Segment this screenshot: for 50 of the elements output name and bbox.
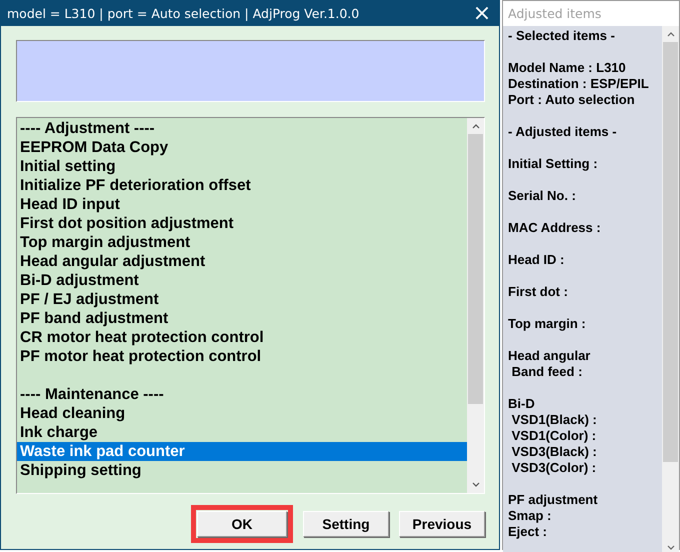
list-item[interactable]: ---- Adjustment ---- xyxy=(17,119,467,138)
list-item[interactable]: Initialize PF deterioration offset xyxy=(17,176,467,195)
info-line: Serial No. : xyxy=(508,188,577,204)
list-item[interactable]: Ink charge xyxy=(17,423,467,442)
info-line: VSD3(Black) : xyxy=(510,444,598,460)
list-item[interactable]: PF motor heat protection control xyxy=(17,347,467,366)
list-item[interactable]: ---- Maintenance ---- xyxy=(17,385,467,404)
list-item[interactable]: PF / EJ adjustment xyxy=(17,290,467,309)
scroll-down-icon[interactable] xyxy=(472,482,480,488)
info-line: VSD3(Color) : xyxy=(510,460,598,476)
scroll-up-icon[interactable] xyxy=(472,123,480,129)
info-line: Head ID : xyxy=(508,252,566,268)
list-item[interactable]: PF band adjustment xyxy=(17,309,467,328)
list-item[interactable]: Head angular adjustment xyxy=(17,252,467,271)
info-line: Port : Auto selection xyxy=(508,92,636,108)
info-line: First dot : xyxy=(508,284,569,300)
list-item[interactable]: Bi-D adjustment xyxy=(17,271,467,290)
info-line: Model Name : L310 xyxy=(508,60,627,76)
close-button[interactable]: × xyxy=(465,1,499,26)
window-title: model = L310 | port = Auto selection | AdjProg Ver.1.0.0 xyxy=(7,6,360,21)
info-line: Bi-D xyxy=(508,396,536,412)
list-item[interactable]: Top margin adjustment xyxy=(17,233,467,252)
info-line: PF adjustment xyxy=(508,492,599,508)
list-item[interactable]: EEPROM Data Copy xyxy=(17,138,467,157)
info-line: Band feed : xyxy=(510,364,584,380)
list-item[interactable]: Head cleaning xyxy=(17,404,467,423)
scroll-down-icon[interactable] xyxy=(666,545,674,551)
info-line: VSD1(Color) : xyxy=(510,428,598,444)
list-item[interactable]: Shipping setting xyxy=(17,461,467,480)
info-line: - Adjusted items - xyxy=(508,124,618,140)
info-line: Destination : ESP/EPIL xyxy=(508,76,650,92)
info-line: Head angular xyxy=(508,348,592,364)
list-item[interactable]: Head ID input xyxy=(17,195,467,214)
list-item[interactable]: CR motor heat protection control xyxy=(17,328,467,347)
info-line: - Selected items - xyxy=(508,28,616,44)
info-line: VSD1(Black) : xyxy=(510,412,598,428)
dialog-button[interactable]: Setting xyxy=(303,511,389,537)
scroll-up-icon[interactable] xyxy=(666,31,674,37)
list-item[interactable]: Initial setting xyxy=(17,157,467,176)
list-item[interactable]: Waste ink pad counter xyxy=(17,442,467,461)
info-line: Top margin : xyxy=(508,316,587,332)
scrollbar[interactable] xyxy=(662,26,679,552)
list-item[interactable]: First dot position adjustment xyxy=(17,214,467,233)
scrollbar[interactable] xyxy=(467,118,484,493)
info-line: MAC Address : xyxy=(508,220,602,236)
dialog-button[interactable]: OK xyxy=(197,511,287,537)
dialog-button[interactable]: Previous xyxy=(399,511,485,537)
info-line: Initial Setting : xyxy=(508,156,599,172)
info-line: Smap : xyxy=(508,508,552,524)
info-line: Eject : xyxy=(508,524,548,540)
